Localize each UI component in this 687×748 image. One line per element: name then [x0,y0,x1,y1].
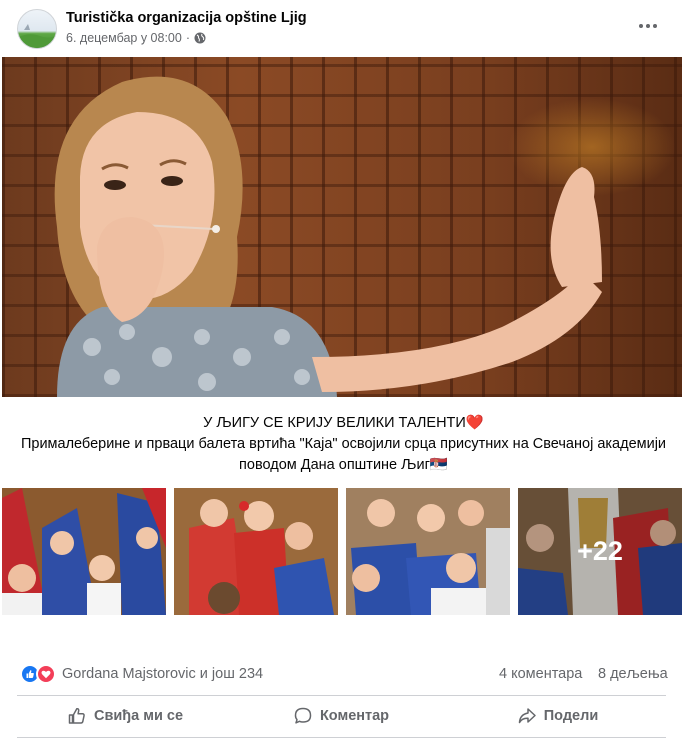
reaction-summary[interactable]: Gordana Majstorovic и још 234 [62,666,263,682]
gallery-photo-4[interactable]: +22 [518,488,682,615]
meta-separator: · [185,31,190,45]
page-name[interactable]: Turistička organizacija opštine Ljig [66,10,307,26]
reaction-icons[interactable] [20,664,58,684]
more-options-icon[interactable] [634,14,662,38]
girl-conducting-image [54,76,602,397]
comment-label: Коментар [319,708,390,724]
shares-count[interactable]: 8 дељења [598,666,668,682]
post-actions: Свиђа ми се Коментар Подели [17,697,666,735]
love-icon [36,664,56,684]
heart-emoji: ❤️ [465,415,484,431]
globe-icon[interactable] [194,32,206,44]
post-caption: У ЉИГУ СЕ КРИЈУ ВЕЛИКИ ТАЛЕНТИ❤️ Примале… [20,413,667,476]
gallery-photo-1[interactable] [2,488,166,615]
like-button[interactable]: Свиђа ми се [17,697,233,735]
gallery-photo-3[interactable] [346,488,510,615]
page-avatar[interactable] [17,9,57,49]
serbian-flag-emoji: 🇷🇸 [429,457,448,473]
post-header: Turistička organizacija opštine Ljig 6. … [0,0,687,56]
post-meta: 6. децембар у 08:00 · [66,31,206,45]
actions-divider-top [17,695,666,696]
more-photos-overlay[interactable]: +22 [518,488,682,615]
main-photo[interactable] [2,57,682,397]
share-label: Подели [543,708,599,724]
children-with-flags-image [346,488,510,615]
facebook-post: Turistička organizacija opštine Ljig 6. … [0,0,687,748]
children-saluting-image [174,488,338,615]
children-with-flags-image [2,488,166,615]
reactions-row: Gordana Majstorovic и још 234 4 коментар… [0,660,687,690]
caption-title-line: У ЉИГУ СЕ КРИЈУ ВЕЛИКИ ТАЛЕНТИ❤️ [20,413,667,434]
actions-divider-bottom [17,737,666,738]
caption-body: Прималеберине и прваци балета вртића "Ка… [20,436,667,473]
caption-title: У ЉИГУ СЕ КРИЈУ ВЕЛИКИ ТАЛЕНТИ [203,415,466,431]
like-label: Свиђа ми се [93,708,184,724]
comment-button[interactable]: Коментар [233,697,449,735]
thumbs-up-icon [68,708,85,724]
share-icon [518,708,536,724]
comments-count[interactable]: 4 коментара [499,666,582,682]
avatar-image [18,24,56,48]
comment-icon [294,707,312,724]
photo-gallery: +22 [2,488,682,615]
gallery-photo-2[interactable] [174,488,338,615]
share-button[interactable]: Подели [449,697,666,735]
post-timestamp[interactable]: 6. децембар у 08:00 [66,31,182,45]
